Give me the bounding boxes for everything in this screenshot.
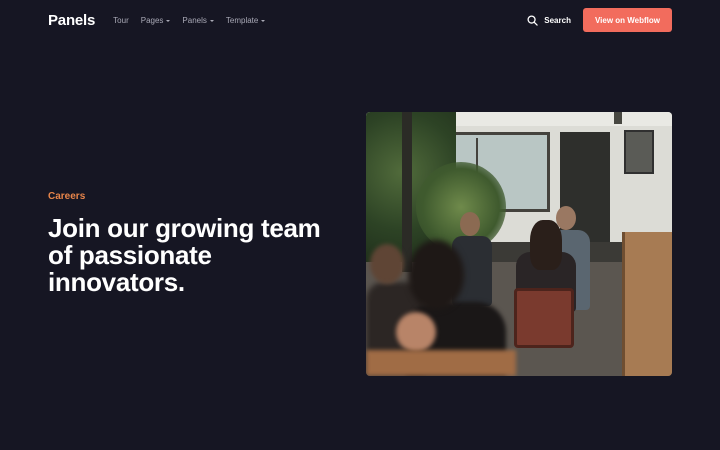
nav-links: Tour Pages Panels Template — [113, 15, 266, 25]
nav-actions: Search View on Webflow — [527, 8, 672, 32]
nav-link-panels[interactable]: Panels — [182, 15, 214, 25]
team-photo — [366, 112, 672, 376]
hero-headline: Join our growing team of passionate inno… — [48, 213, 321, 297]
careers-eyebrow: Careers — [48, 191, 86, 202]
search-label: Search — [544, 15, 571, 25]
nav-link-label: Template — [225, 15, 259, 25]
nav-link-label: Tour — [113, 15, 129, 25]
view-on-webflow-button[interactable]: View on Webflow — [582, 8, 672, 32]
chevron-down-icon — [166, 19, 171, 22]
search-icon — [527, 14, 538, 26]
nav-link-label: Panels — [182, 15, 207, 25]
nav-link-label: Pages — [140, 15, 164, 25]
search-button[interactable]: Search — [527, 14, 571, 26]
top-navigation: Panels Tour Pages Panels Template Search… — [0, 0, 720, 40]
nav-link-tour[interactable]: Tour — [113, 16, 129, 25]
chevron-down-icon — [209, 19, 214, 22]
nav-link-pages[interactable]: Pages — [141, 16, 171, 25]
nav-link-template[interactable]: Template — [225, 15, 266, 25]
brand-logo[interactable]: Panels — [48, 12, 95, 29]
page: Panels Tour Pages Panels Template Search… — [0, 0, 720, 450]
chevron-down-icon — [261, 19, 266, 22]
